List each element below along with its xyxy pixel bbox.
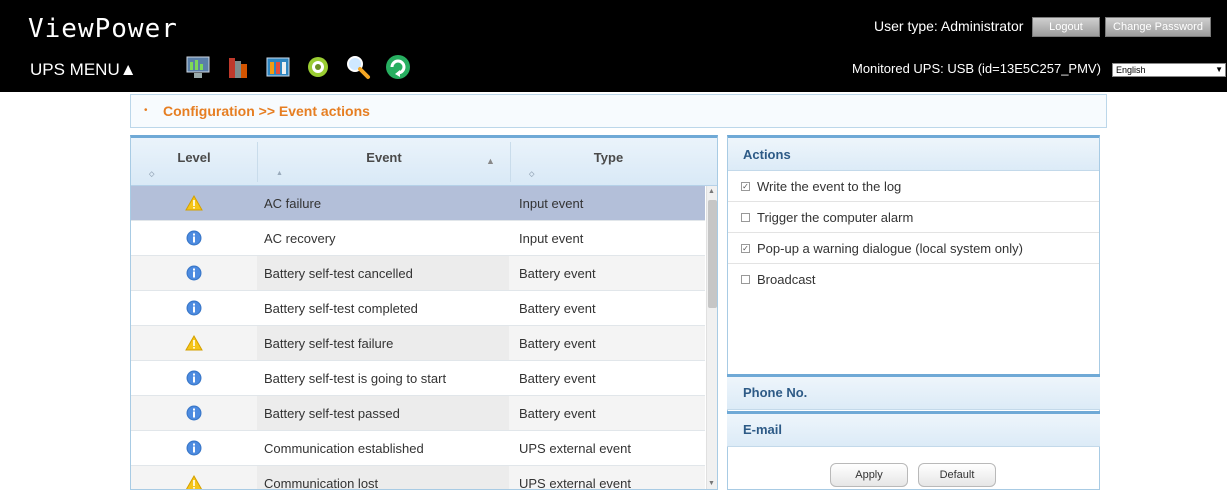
monitored-ups-label: Monitored UPS: USB (id=13E5C257_PMV) bbox=[852, 61, 1101, 76]
info-icon bbox=[131, 431, 257, 465]
event-name: Battery self-test is going to start bbox=[264, 371, 447, 386]
language-select[interactable]: English ▼ bbox=[1112, 63, 1226, 77]
info-icon bbox=[131, 396, 257, 430]
action-label: Write the event to the log bbox=[757, 179, 902, 194]
settings-panel-icon[interactable] bbox=[263, 52, 293, 82]
actions-panel: Actions ✓ Write the event to the log Trigg… bbox=[727, 135, 1100, 490]
event-name: Battery self-test cancelled bbox=[264, 266, 413, 281]
event-name: Communication established bbox=[264, 441, 424, 456]
info-icon bbox=[131, 221, 257, 255]
event-type: Input event bbox=[519, 231, 584, 246]
info-icon bbox=[131, 361, 257, 395]
scroll-down-icon[interactable]: ▼ bbox=[708, 480, 715, 487]
column-header-type[interactable]: Type ◇ bbox=[511, 138, 706, 186]
toolbar bbox=[183, 52, 413, 82]
default-button[interactable]: Default bbox=[918, 463, 996, 487]
cd-icon[interactable] bbox=[303, 52, 333, 82]
checkbox[interactable]: ✓ bbox=[741, 182, 750, 191]
event-name: Battery self-test passed bbox=[264, 406, 400, 421]
scroll-up-icon[interactable]: ▲ bbox=[708, 188, 715, 195]
info-icon bbox=[131, 256, 257, 290]
table-row[interactable]: Battery self-test is going to start Batte… bbox=[131, 361, 705, 396]
info-icon bbox=[131, 291, 257, 325]
breadcrumb: • Configuration >> Event actions bbox=[130, 94, 1107, 128]
event-type: Battery event bbox=[519, 266, 596, 281]
checkbox[interactable] bbox=[741, 213, 750, 222]
event-name: AC recovery bbox=[264, 231, 336, 246]
event-name: AC failure bbox=[264, 196, 322, 211]
table-row[interactable]: Communication lost UPS external event bbox=[131, 466, 705, 490]
checkbox[interactable] bbox=[741, 275, 750, 284]
email-section-header[interactable]: E-mail bbox=[727, 411, 1100, 447]
bullet-icon: • bbox=[144, 105, 148, 116]
email-title: E-mail bbox=[743, 422, 783, 437]
column-header-event[interactable]: Event ▲ ▲ bbox=[258, 138, 510, 186]
books-icon[interactable] bbox=[223, 52, 253, 82]
breadcrumb-text: Configuration >> Event actions bbox=[163, 103, 370, 119]
refresh-icon[interactable] bbox=[383, 52, 413, 82]
app-header: ViewPower UPS MENU▲ User type: Administr… bbox=[0, 0, 1227, 92]
table-row[interactable]: Battery self-test passed Battery event bbox=[131, 396, 705, 431]
checkbox[interactable]: ✓ bbox=[741, 244, 750, 253]
action-label: Broadcast bbox=[757, 272, 816, 287]
table-row[interactable]: Communication established UPS external ev… bbox=[131, 431, 705, 466]
actions-header: Actions bbox=[728, 138, 1099, 171]
chevron-down-icon: ▼ bbox=[1215, 65, 1223, 74]
event-type: Input event bbox=[519, 196, 584, 211]
phone-title: Phone No. bbox=[743, 385, 808, 400]
actions-title: Actions bbox=[743, 147, 791, 162]
table-row[interactable]: Battery self-test failure Battery event bbox=[131, 326, 705, 361]
event-name: Communication lost bbox=[264, 476, 379, 490]
event-name: Battery self-test failure bbox=[264, 336, 394, 351]
sort-icon: ◇ bbox=[149, 171, 155, 178]
table-scrollbar[interactable]: ▲ ▼ bbox=[706, 186, 717, 489]
warning-icon bbox=[131, 466, 257, 489]
warning-icon bbox=[131, 326, 257, 360]
action-label: Pop-up a warning dialogue (local system … bbox=[757, 241, 1023, 256]
phone-section-header[interactable]: Phone No. bbox=[727, 374, 1100, 410]
action-checkbox-item[interactable]: ✓ Pop-up a warning dialogue (local system… bbox=[728, 233, 1099, 264]
user-type-label: User type: Administrator bbox=[874, 18, 1024, 34]
change-password-button[interactable]: Change Password bbox=[1105, 17, 1211, 37]
sort-icon: ◇ bbox=[529, 171, 535, 178]
table-header: Level ◇ Event ▲ ▲ Type ◇ bbox=[131, 138, 717, 186]
event-table: Level ◇ Event ▲ ▲ Type ◇ AC failure Input… bbox=[130, 135, 718, 490]
table-row[interactable]: AC failure Input event bbox=[131, 186, 705, 221]
table-row[interactable]: AC recovery Input event bbox=[131, 221, 705, 256]
table-row[interactable]: Battery self-test completed Battery event bbox=[131, 291, 705, 326]
monitor-icon[interactable] bbox=[183, 52, 213, 82]
app-title: ViewPower bbox=[28, 14, 178, 44]
event-type: Battery event bbox=[519, 301, 596, 316]
warning-icon bbox=[131, 186, 257, 220]
event-type: Battery event bbox=[519, 336, 596, 351]
action-label: Trigger the computer alarm bbox=[757, 210, 914, 225]
apply-button[interactable]: Apply bbox=[830, 463, 908, 487]
event-type: Battery event bbox=[519, 371, 596, 386]
sort-asc-icon: ▲ bbox=[486, 156, 495, 166]
table-row[interactable]: Battery self-test cancelled Battery event bbox=[131, 256, 705, 291]
column-header-level[interactable]: Level ◇ bbox=[131, 138, 257, 186]
sort-asc-icon: ▲ bbox=[276, 170, 283, 177]
event-type: UPS external event bbox=[519, 441, 632, 456]
language-value: English bbox=[1116, 65, 1146, 75]
ups-menu-toggle[interactable]: UPS MENU▲ bbox=[30, 60, 137, 80]
event-type: UPS external event bbox=[519, 476, 632, 490]
scroll-thumb[interactable] bbox=[708, 200, 717, 308]
event-type: Battery event bbox=[519, 406, 596, 421]
action-checkbox-item[interactable]: ✓ Write the event to the log bbox=[728, 171, 1099, 202]
action-checkbox-item[interactable]: Trigger the computer alarm bbox=[728, 202, 1099, 233]
event-name: Battery self-test completed bbox=[264, 301, 418, 316]
search-icon[interactable] bbox=[343, 52, 373, 82]
logout-button[interactable]: Logout bbox=[1032, 17, 1100, 37]
action-checkbox-item[interactable]: Broadcast bbox=[728, 264, 1099, 295]
